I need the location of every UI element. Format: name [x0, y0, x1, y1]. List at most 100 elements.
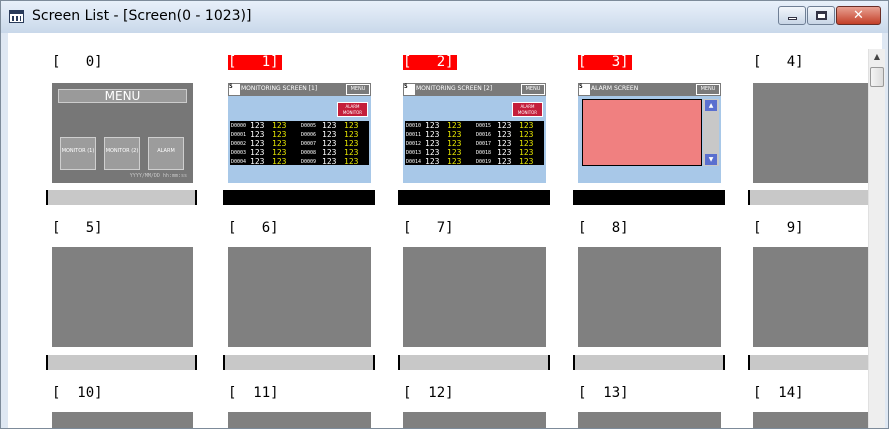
value-cell: 123	[519, 121, 534, 130]
thumb-menu-button: MENU	[521, 84, 545, 95]
screen-thumbnail-7[interactable]	[403, 247, 546, 347]
screen-thumbnail-1[interactable]: S MONITORING SCREEN [1] MENU ALARM MONIT…	[228, 83, 371, 183]
screen-thumbnail-8[interactable]	[578, 247, 721, 347]
screen-thumbnail-9[interactable]	[753, 247, 868, 347]
screen-bar-1[interactable]	[223, 190, 375, 205]
scroll-up-arrow-icon[interactable]: ▲	[869, 49, 885, 65]
value-cell: 123	[322, 121, 337, 130]
screen-thumbnail-5[interactable]	[52, 247, 193, 347]
value-cell: 123	[250, 139, 265, 148]
device-cell: D0018	[476, 150, 492, 156]
value-cell: 123	[497, 130, 512, 139]
value-cell: 123	[447, 130, 462, 139]
monitor1-button: MONITOR (1)	[60, 137, 96, 170]
vertical-scrollbar[interactable]: ▲	[868, 49, 885, 428]
alarm-button: ALARM	[148, 137, 184, 170]
value-cell: 123	[497, 148, 512, 157]
value-cell: 123	[497, 157, 512, 166]
screen-label-5[interactable]: [ 5]	[52, 221, 103, 236]
device-cell: D0000	[231, 123, 247, 129]
alarm-scroll-up-icon: ▲	[705, 100, 717, 111]
thumb-header-text: MONITORING SCREEN [2]	[416, 85, 493, 92]
screen-label-8[interactable]: [ 8]	[578, 221, 629, 236]
device-grid: D0010 123 123 D0015 123 123 D0011 123 123 D0016 1…	[405, 121, 544, 166]
screen-label-2[interactable]: [ 2]	[403, 55, 457, 70]
screen-icon: S	[579, 84, 590, 95]
screen-label-4[interactable]: [ 4]	[753, 55, 804, 70]
value-cell: 123	[519, 130, 534, 139]
screen-label-14[interactable]: [ 14]	[753, 386, 804, 401]
screen-bar-9[interactable]	[748, 355, 868, 370]
value-cell: 123	[344, 139, 359, 148]
screen-grid: [ 0] [ 1] [ 2] [ 3] [ 4] MENU MONITOR (1…	[8, 49, 868, 428]
date-time-display: YYYY/MM/DD hh:mm:ss	[129, 173, 187, 179]
screen-thumbnail-13[interactable]	[578, 412, 721, 428]
device-cell: D0001	[231, 132, 247, 138]
device-cell: D0015	[476, 123, 492, 129]
value-cell: 123	[250, 157, 265, 166]
screen-bar-0[interactable]	[46, 190, 197, 205]
maximize-button[interactable]	[807, 6, 835, 25]
screen-label-7[interactable]: [ 7]	[403, 221, 454, 236]
value-cell: 123	[344, 121, 359, 130]
screen-bar-2[interactable]	[398, 190, 550, 205]
screen-bar-3[interactable]	[573, 190, 725, 205]
screen-thumbnail-12[interactable]	[403, 412, 546, 428]
thumb-header-text: ALARM SCREEN	[591, 85, 639, 92]
screen-thumbnail-0[interactable]: MENU MONITOR (1) MONITOR (2) ALARM YYYY/…	[52, 83, 193, 183]
device-grid: D0000 123 123 D0005 123 123 D0001 123 123 D0006 1…	[230, 121, 369, 166]
screen-thumbnail-2[interactable]: S MONITORING SCREEN [2] MENU ALARM MONIT…	[403, 83, 546, 183]
minimize-button[interactable]	[778, 6, 806, 25]
screen-bar-7[interactable]	[398, 355, 550, 370]
device-cell: D0006	[301, 132, 317, 138]
value-cell: 123	[272, 139, 287, 148]
value-cell: 123	[322, 148, 337, 157]
value-cell: 123	[344, 148, 359, 157]
value-cell: 123	[272, 121, 287, 130]
device-cell: D0010	[406, 123, 422, 129]
screen-thumbnail-14[interactable]	[753, 412, 868, 428]
title-bar[interactable]: Screen List - [Screen(0 - 1023)] ✕	[1, 1, 888, 33]
value-cell: 123	[447, 148, 462, 157]
screen-label-1[interactable]: [ 1]	[228, 55, 282, 70]
value-cell: 123	[272, 148, 287, 157]
value-cell: 123	[250, 130, 265, 139]
screen-label-9[interactable]: [ 9]	[753, 221, 804, 236]
value-cell: 123	[425, 121, 440, 130]
value-cell: 123	[250, 121, 265, 130]
screen-bar-8[interactable]	[573, 355, 725, 370]
screen-label-3[interactable]: [ 3]	[578, 55, 632, 70]
screen-thumbnail-4[interactable]	[753, 83, 868, 183]
value-cell: 123	[322, 157, 337, 166]
close-button[interactable]: ✕	[836, 6, 881, 25]
screen-list-app-icon	[9, 10, 24, 23]
screen-label-13[interactable]: [ 13]	[578, 386, 629, 401]
screen-label-0[interactable]: [ 0]	[52, 55, 103, 70]
device-cell: D0012	[406, 141, 422, 147]
screen-thumbnail-3[interactable]: S ALARM SCREEN MENU ▲ ▼	[578, 83, 721, 183]
screen-list-window: Screen List - [Screen(0 - 1023)] ✕ [ 0] …	[0, 0, 889, 429]
menu-title: MENU	[58, 89, 187, 103]
value-cell: 123	[519, 148, 534, 157]
device-cell: D0004	[231, 159, 247, 165]
screen-bar-5[interactable]	[46, 355, 197, 370]
value-cell: 123	[425, 139, 440, 148]
screen-thumbnail-10[interactable]	[52, 412, 193, 428]
device-cell: D0007	[301, 141, 317, 147]
scroll-thumb[interactable]	[870, 67, 884, 87]
device-cell: D0009	[301, 159, 317, 165]
screen-thumbnail-11[interactable]	[228, 412, 371, 428]
screen-bar-4[interactable]	[748, 190, 868, 205]
screen-label-11[interactable]: [ 11]	[228, 386, 279, 401]
window-title: Screen List - [Screen(0 - 1023)]	[32, 8, 252, 24]
value-cell: 123	[447, 121, 462, 130]
value-cell: 123	[272, 130, 287, 139]
alarm-list-area	[582, 99, 702, 166]
screen-bar-6[interactable]	[223, 355, 375, 370]
value-cell: 123	[425, 148, 440, 157]
screen-label-6[interactable]: [ 6]	[228, 221, 279, 236]
screen-label-10[interactable]: [ 10]	[52, 386, 103, 401]
minimize-icon	[788, 17, 797, 20]
screen-thumbnail-6[interactable]	[228, 247, 371, 347]
screen-label-12[interactable]: [ 12]	[403, 386, 454, 401]
